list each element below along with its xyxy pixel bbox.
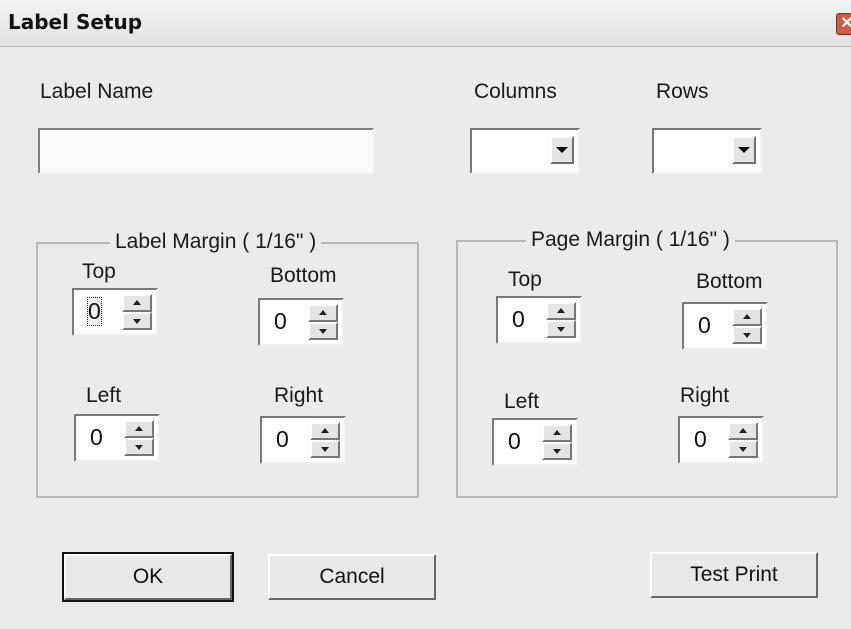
page-margin-bottom-label: Bottom [696,270,763,293]
page-margin-top-spinner[interactable]: 0 [496,296,582,344]
arrow-down-icon[interactable] [308,322,338,340]
label-margin-right-spinner[interactable]: 0 [260,416,346,464]
page-margin-left-spinner[interactable]: 0 [492,418,578,466]
columns-label: Columns [474,80,557,103]
label-margin-left-spinner[interactable]: 0 [74,414,160,462]
label-margin-bottom-spinner[interactable]: 0 [258,298,344,346]
arrow-up-icon[interactable] [122,294,152,312]
label-margin-top-spinner[interactable]: 0 [72,288,158,336]
page-margin-right-spinner[interactable]: 0 [678,416,764,464]
page-margin-top-value[interactable]: 0 [512,306,525,333]
label-margin-title: Label Margin ( 1/16" ) [110,230,322,254]
arrow-up-icon[interactable] [732,308,762,326]
page-margin-left-label: Left [504,390,540,413]
label-margin-top-value[interactable]: 0 [87,297,102,326]
arrow-down-icon[interactable] [542,442,572,460]
label-margin-left-label: Left [86,384,122,407]
arrow-down-icon[interactable] [310,440,340,458]
page-margin-left-value[interactable]: 0 [508,428,521,455]
label-name-label: Label Name [40,80,154,103]
arrow-up-icon[interactable] [542,424,572,442]
label-margin-left-value[interactable]: 0 [90,424,103,451]
test-print-button[interactable]: Test Print [650,552,818,598]
label-margin-right-label: Right [274,384,324,407]
label-name-input[interactable] [38,128,374,174]
page-margin-bottom-spinner[interactable]: 0 [682,302,768,350]
page-margin-top-label: Top [508,268,542,291]
page-margin-title: Page Margin ( 1/16" ) [526,228,735,252]
arrow-down-icon[interactable] [122,312,152,330]
label-margin-bottom-label: Bottom [270,264,337,287]
chevron-down-icon[interactable] [732,136,756,164]
arrow-up-icon[interactable] [728,422,758,440]
label-margin-right-value[interactable]: 0 [276,426,289,453]
cancel-button[interactable]: Cancel [268,554,436,600]
columns-select[interactable] [470,128,580,174]
ok-button[interactable]: OK [62,552,234,602]
window-title: Label Setup [8,10,143,34]
title-bar: Label Setup ✕ [0,0,851,47]
arrow-up-icon[interactable] [308,304,338,322]
label-margin-top-label: Top [82,260,116,283]
close-icon[interactable]: ✕ [836,13,851,35]
label-margin-bottom-value[interactable]: 0 [274,308,287,335]
arrow-down-icon[interactable] [124,438,154,456]
page-margin-bottom-value[interactable]: 0 [698,312,711,339]
page-margin-right-value[interactable]: 0 [694,426,707,453]
arrow-down-icon[interactable] [732,326,762,344]
arrow-up-icon[interactable] [546,302,576,320]
arrow-down-icon[interactable] [728,440,758,458]
arrow-up-icon[interactable] [310,422,340,440]
arrow-up-icon[interactable] [124,420,154,438]
arrow-down-icon[interactable] [546,320,576,338]
rows-label: Rows [656,80,709,103]
chevron-down-icon[interactable] [550,136,574,164]
page-margin-right-label: Right [680,384,730,407]
label-setup-dialog: Label Setup ✕ Label Name Columns Rows La… [0,0,851,629]
rows-select[interactable] [652,128,762,174]
